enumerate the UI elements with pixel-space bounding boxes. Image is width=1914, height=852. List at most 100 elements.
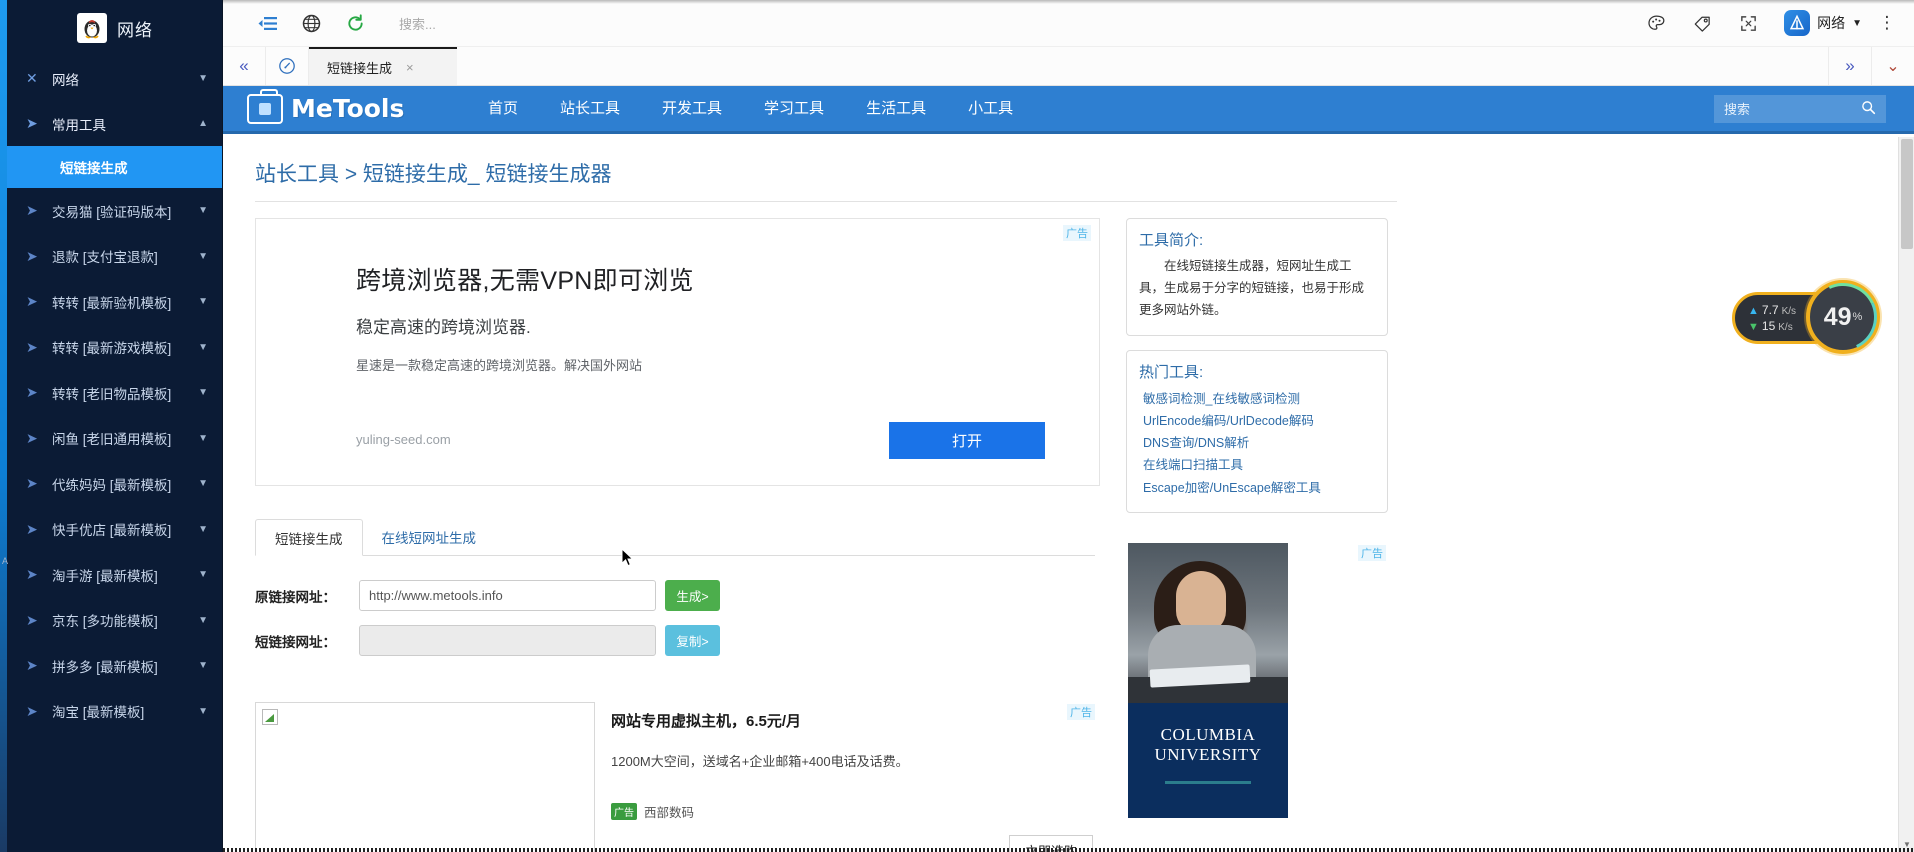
sidebar-item-taoshouyou[interactable]: ➤ 淘手游 [最新模板] ▼: [0, 552, 222, 598]
sidebar-item-pinduoduo[interactable]: ➤ 拼多多 [最新模板] ▼: [0, 643, 222, 689]
magnifier-icon[interactable]: [1861, 100, 1876, 118]
sidebar-item-refund[interactable]: ➤ 退款 [支付宝退款] ▼: [0, 234, 222, 280]
chevron-down-icon[interactable]: ▼: [198, 524, 208, 535]
double-chevron-left-icon[interactable]: «: [223, 47, 266, 85]
breadcrumb[interactable]: 站长工具 > 短链接生成_ 短链接生成器: [255, 137, 1397, 202]
copy-button[interactable]: 复制>: [665, 625, 720, 656]
sidebar-item-zhuanzhuan-old[interactable]: ➤ 转转 [老旧物品模板] ▼: [0, 370, 222, 416]
chevron-down-icon[interactable]: ▼: [1852, 18, 1862, 29]
chevron-up-icon[interactable]: ▲: [198, 118, 208, 129]
chevron-down-icon[interactable]: ▼: [198, 569, 208, 580]
chevron-down-icon[interactable]: ▼: [198, 387, 208, 398]
send-icon: ➤: [26, 293, 46, 310]
site-search-placeholder: 搜索: [1724, 99, 1861, 118]
sidebar-item-jiaoyimao[interactable]: ➤ 交易猫 [验证码版本] ▼: [0, 188, 222, 234]
hot-link-dns[interactable]: DNS查询/DNS解析: [1139, 432, 1375, 454]
site-logo[interactable]: MeTools: [247, 94, 457, 124]
generate-button[interactable]: 生成>: [665, 580, 720, 611]
reload-icon[interactable]: [333, 3, 377, 43]
tab-title: 短链接生成: [327, 58, 392, 77]
sidebar-item-zhuanzhuan-inspect[interactable]: ➤ 转转 [最新验机模板] ▼: [0, 279, 222, 325]
hot-link-urlencode[interactable]: UrlEncode编码/UrlDecode解码: [1139, 410, 1375, 432]
chevron-down-icon[interactable]: ▼: [198, 296, 208, 307]
application-window: 网络 ✕ 网络 ▼ ➤ 常用工具 ▲ 短链接生成 ➤ 交易猫 [验证码版本] ▼…: [0, 0, 1914, 852]
form-row-original-url: 原链接网址： 生成>: [255, 580, 1100, 611]
chevron-down-icon[interactable]: ▼: [198, 433, 208, 444]
chevron-down-icon[interactable]: ▼: [198, 478, 208, 489]
chevron-down-icon[interactable]: ▼: [198, 205, 208, 216]
fullscreen-icon[interactable]: [1728, 6, 1768, 40]
close-x-icon: ✕: [26, 70, 46, 87]
site-nav: 首页 站长工具 开发工具 学习工具 生活工具 小工具: [467, 86, 1034, 133]
sidebar-account-header[interactable]: 网络: [0, 0, 222, 56]
nav-item-gadgets[interactable]: 小工具: [947, 86, 1034, 133]
sidebar-item-network[interactable]: ✕ 网络 ▼: [0, 56, 222, 101]
tab-list-dropdown-button[interactable]: ⌄: [1871, 47, 1914, 85]
ad-label: 广告: [1063, 225, 1091, 241]
network-speed-widget[interactable]: ▲ 7.7 K/s ▼ 15 K/s 49 %: [1724, 278, 1880, 356]
tab-online-short-url[interactable]: 在线短网址生成: [363, 518, 496, 555]
globe-icon[interactable]: [289, 3, 333, 43]
nav-item-study-tools[interactable]: 学习工具: [743, 86, 845, 133]
side-advertisement[interactable]: 广告 COLUMBIA UNIVERSITY: [1126, 543, 1388, 818]
nav-item-webmaster-tools[interactable]: 站长工具: [539, 86, 641, 133]
sidebar-item-xianyu[interactable]: ➤ 闲鱼 [老旧通用模板] ▼: [0, 416, 222, 462]
columbia-branding: COLUMBIA UNIVERSITY: [1128, 703, 1288, 818]
hot-link-escape[interactable]: Escape加密/UnEscape解密工具: [1139, 477, 1375, 499]
send-icon: ➤: [26, 115, 46, 132]
sidebar-item-kuaishou[interactable]: ➤ 快手优店 [最新模板] ▼: [0, 507, 222, 553]
tag-icon[interactable]: [1682, 6, 1722, 40]
penguin-avatar-icon: [77, 13, 107, 43]
kebab-menu-icon[interactable]: ⋮: [1874, 13, 1900, 33]
bottom-ad-footer: 广告 西部数码: [611, 802, 1095, 821]
chevron-down-icon[interactable]: ▼: [198, 706, 208, 717]
chevron-down-icon[interactable]: ▼: [198, 615, 208, 626]
nav-item-dev-tools[interactable]: 开发工具: [641, 86, 743, 133]
browser-panel: 搜索...: [223, 0, 1914, 852]
ad-open-button[interactable]: 打开: [889, 422, 1045, 459]
sidebar-account-name: 网络: [117, 16, 153, 41]
columbia-ad-card[interactable]: COLUMBIA UNIVERSITY: [1128, 543, 1288, 818]
main-column: 广告 跨境浏览器,无需VPN即可浏览 稳定高速的跨境浏览器. 星速是一款稳定高速…: [255, 218, 1100, 852]
sidebar-item-common-tools[interactable]: ➤ 常用工具 ▲: [0, 101, 222, 146]
speedometer-icon[interactable]: [266, 47, 309, 85]
bottom-ad-desc: 1200M大空间，送域名+企业邮箱+400电话及话费。: [611, 751, 1095, 770]
sidebar-item-dailianmama[interactable]: ➤ 代练妈妈 [最新模板] ▼: [0, 461, 222, 507]
site-search-box[interactable]: 搜索: [1714, 95, 1886, 123]
sidebar-item-taobao[interactable]: ➤ 淘宝 [最新模板] ▼: [0, 689, 222, 735]
chevron-down-icon[interactable]: ▼: [198, 73, 208, 84]
page-bottom-edge: [223, 848, 1914, 852]
chevron-down-icon[interactable]: ▼: [198, 251, 208, 262]
bottom-ad-title: 网站专用虚拟主机，6.5元/月: [611, 702, 1095, 731]
close-icon[interactable]: ×: [406, 60, 414, 75]
hot-tools-panel: 热门工具: 敏感词检测_在线敏感词检测 UrlEncode编码/UrlDecod…: [1126, 350, 1388, 513]
palette-icon[interactable]: [1636, 6, 1676, 40]
sidebar-item-zhuanzhuan-game[interactable]: ➤ 转转 [最新游戏模板] ▼: [0, 325, 222, 371]
chevron-down-icon[interactable]: ▼: [198, 342, 208, 353]
sidebar-item-short-link-generator[interactable]: 短链接生成: [0, 146, 222, 188]
main-advertisement[interactable]: 广告 跨境浏览器,无需VPN即可浏览 稳定高速的跨境浏览器. 星速是一款稳定高速…: [255, 218, 1100, 486]
original-url-input[interactable]: [359, 580, 656, 611]
hot-link-sensitive-word[interactable]: 敏感词检测_在线敏感词检测: [1139, 388, 1375, 410]
download-speed-value: 15: [1762, 319, 1775, 333]
short-url-input[interactable]: [359, 625, 656, 656]
chevron-down-icon[interactable]: ▼: [198, 660, 208, 671]
nav-item-home[interactable]: 首页: [467, 86, 539, 133]
tab-overflow-button[interactable]: »: [1828, 47, 1871, 85]
hot-tools-title: 热门工具:: [1139, 361, 1375, 382]
account-switcher[interactable]: 网络 ▼: [1784, 10, 1862, 36]
list-indent-icon[interactable]: [245, 3, 289, 43]
sidebar-item-label: 京东 [多功能模板]: [46, 610, 194, 630]
page-vertical-scrollbar[interactable]: ▲ ▼: [1898, 137, 1914, 852]
toolbar-search-placeholder[interactable]: 搜索...: [399, 14, 436, 33]
sidebar-item-jingdong[interactable]: ➤ 京东 [多功能模板] ▼: [0, 598, 222, 644]
nav-item-life-tools[interactable]: 生活工具: [845, 86, 947, 133]
ad-label: 广告: [1358, 545, 1386, 561]
hot-link-port-scan[interactable]: 在线端口扫描工具: [1139, 454, 1375, 476]
tab-short-link-generate[interactable]: 短链接生成: [255, 519, 363, 556]
browser-tab-short-link[interactable]: 短链接生成 ×: [309, 47, 457, 85]
left-sidebar: 网络 ✕ 网络 ▼ ➤ 常用工具 ▲ 短链接生成 ➤ 交易猫 [验证码版本] ▼…: [0, 0, 223, 852]
bottom-advertisement[interactable]: 广告 网站专用虚拟主机，6.5元/月 1200M大空间，送域名+企业邮箱+400…: [255, 702, 1095, 852]
scrollbar-thumb[interactable]: [1901, 139, 1913, 249]
send-icon: ➤: [26, 612, 46, 629]
